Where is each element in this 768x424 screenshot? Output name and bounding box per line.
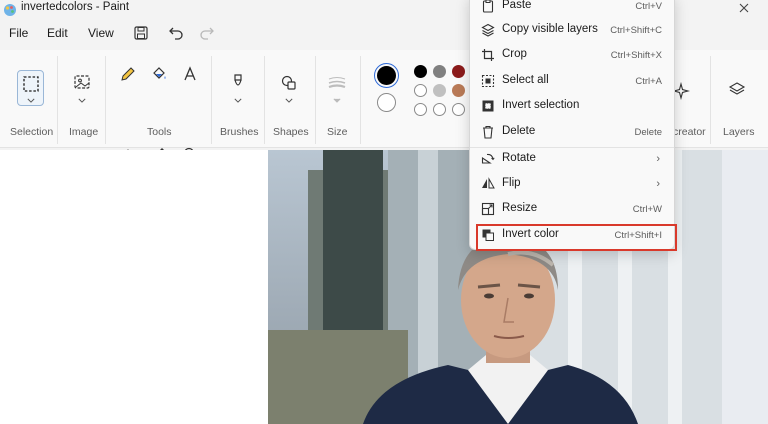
redo-icon[interactable] bbox=[199, 25, 215, 41]
menu-item-label: Crop bbox=[502, 48, 527, 60]
menu-item-flip[interactable]: Flip › bbox=[476, 173, 670, 197]
chevron-down-icon bbox=[78, 98, 86, 103]
palette-color-swatch[interactable] bbox=[414, 103, 427, 116]
menu-item-label: Select all bbox=[502, 74, 549, 86]
group-label-layers: Layers bbox=[723, 126, 755, 138]
select-all-icon bbox=[481, 74, 495, 88]
ribbon-divider bbox=[710, 56, 711, 144]
menu-item-label: Invert selection bbox=[502, 99, 580, 111]
menu-file[interactable]: File bbox=[9, 26, 28, 40]
ribbon-divider bbox=[264, 56, 265, 144]
window-title: invertedcolors - Paint bbox=[21, 1, 130, 13]
canvas-blank-region[interactable] bbox=[0, 150, 268, 424]
group-label-size: Size bbox=[327, 126, 348, 138]
palette-color-swatch[interactable] bbox=[433, 65, 446, 78]
menu-item-label: Copy visible layers bbox=[502, 23, 598, 35]
menu-item-copy-visible-layers[interactable]: Copy visible layers Ctrl+Shift+C bbox=[476, 19, 670, 43]
group-label-tools: Tools bbox=[147, 126, 172, 138]
brush-icon[interactable] bbox=[229, 73, 247, 91]
chevron-down-icon bbox=[285, 98, 293, 103]
paint-app-icon bbox=[4, 4, 16, 16]
undo-icon[interactable] bbox=[168, 25, 184, 41]
group-label-image: Image bbox=[69, 126, 99, 138]
selection-rectangle-icon bbox=[23, 76, 39, 92]
text-icon[interactable] bbox=[181, 65, 199, 83]
edit-context-menu: Paste Ctrl+V Copy visible layers Ctrl+Sh… bbox=[469, 0, 677, 251]
palette-color-swatch[interactable] bbox=[452, 84, 465, 97]
invert-color-icon bbox=[482, 229, 494, 241]
layers-icon[interactable] bbox=[728, 80, 746, 98]
menu-item-paste[interactable]: Paste Ctrl+V bbox=[476, 0, 670, 19]
ribbon-divider bbox=[105, 56, 106, 144]
menu-item-label: Paste bbox=[502, 0, 532, 11]
menu-item-label: Resize bbox=[502, 202, 538, 214]
menu-item-shortcut: Ctrl+Shift+I bbox=[614, 230, 662, 241]
menu-item-shortcut: Ctrl+Shift+C bbox=[610, 25, 662, 36]
group-label-brushes: Brushes bbox=[220, 126, 259, 138]
close-icon[interactable] bbox=[738, 2, 750, 14]
paste-icon bbox=[482, 0, 494, 13]
chevron-down-icon bbox=[234, 98, 242, 103]
menu-item-shortcut: Ctrl+A bbox=[635, 76, 662, 87]
save-icon[interactable] bbox=[133, 25, 149, 41]
palette-color-swatch[interactable] bbox=[433, 84, 446, 97]
trash-icon bbox=[483, 125, 493, 139]
ribbon-divider bbox=[315, 56, 316, 144]
menu-item-resize[interactable]: Resize Ctrl+W bbox=[476, 198, 670, 222]
image-icon[interactable] bbox=[73, 73, 91, 91]
menu-edit[interactable]: Edit bbox=[47, 26, 68, 40]
shapes-icon[interactable] bbox=[280, 74, 298, 92]
menu-item-shortcut: Delete bbox=[634, 127, 662, 138]
menu-item-label: Flip bbox=[502, 177, 521, 189]
ribbon-divider bbox=[211, 56, 212, 144]
palette-color-swatch[interactable] bbox=[414, 84, 427, 97]
fill-bucket-icon[interactable] bbox=[150, 65, 168, 83]
chevron-right-icon: › bbox=[656, 178, 660, 190]
secondary-color-swatch[interactable] bbox=[377, 93, 396, 112]
ribbon-divider bbox=[57, 56, 58, 144]
menu-item-invert-selection[interactable]: Invert selection bbox=[476, 95, 670, 119]
menu-view[interactable]: View bbox=[88, 26, 114, 40]
group-label-shapes: Shapes bbox=[273, 126, 309, 138]
menu-item-shortcut: Ctrl+W bbox=[632, 204, 662, 215]
ribbon-divider bbox=[360, 56, 361, 144]
stroke-size-icon[interactable] bbox=[327, 74, 347, 92]
crop-icon bbox=[482, 49, 494, 61]
selection-tool-button[interactable] bbox=[17, 70, 44, 106]
palette-color-swatch[interactable] bbox=[452, 103, 465, 116]
resize-icon bbox=[481, 202, 495, 216]
copy-layers-icon bbox=[481, 23, 495, 37]
group-label-selection: Selection bbox=[10, 126, 54, 138]
chevron-right-icon: › bbox=[656, 153, 660, 165]
menu-item-crop[interactable]: Crop Ctrl+Shift+X bbox=[476, 44, 670, 68]
group-label-cocreator: creator bbox=[673, 126, 706, 138]
menu-item-label: Invert color bbox=[502, 228, 559, 240]
pencil-icon[interactable] bbox=[119, 65, 137, 83]
menu-item-shortcut: Ctrl+Shift+X bbox=[610, 50, 662, 61]
menu-item-invert-color[interactable]: Invert color Ctrl+Shift+I bbox=[476, 224, 677, 251]
palette-color-swatch[interactable] bbox=[433, 103, 446, 116]
rotate-icon bbox=[481, 153, 495, 164]
invert-selection-icon bbox=[482, 100, 494, 112]
flip-icon bbox=[482, 177, 495, 189]
menu-item-delete[interactable]: Delete Delete bbox=[476, 121, 670, 145]
palette-color-swatch[interactable] bbox=[452, 65, 465, 78]
primary-color-swatch[interactable] bbox=[374, 63, 399, 88]
menu-item-label: Rotate bbox=[502, 152, 536, 164]
primary-color-fill bbox=[377, 66, 396, 85]
menu-item-shortcut: Ctrl+V bbox=[635, 1, 662, 12]
menu-item-label: Delete bbox=[502, 125, 536, 137]
palette-color-swatch[interactable] bbox=[414, 65, 427, 78]
menu-item-select-all[interactable]: Select all Ctrl+A bbox=[476, 70, 670, 94]
chevron-down-icon bbox=[333, 98, 341, 103]
chevron-down-icon bbox=[27, 98, 35, 103]
menu-item-rotate[interactable]: Rotate › bbox=[476, 148, 670, 172]
